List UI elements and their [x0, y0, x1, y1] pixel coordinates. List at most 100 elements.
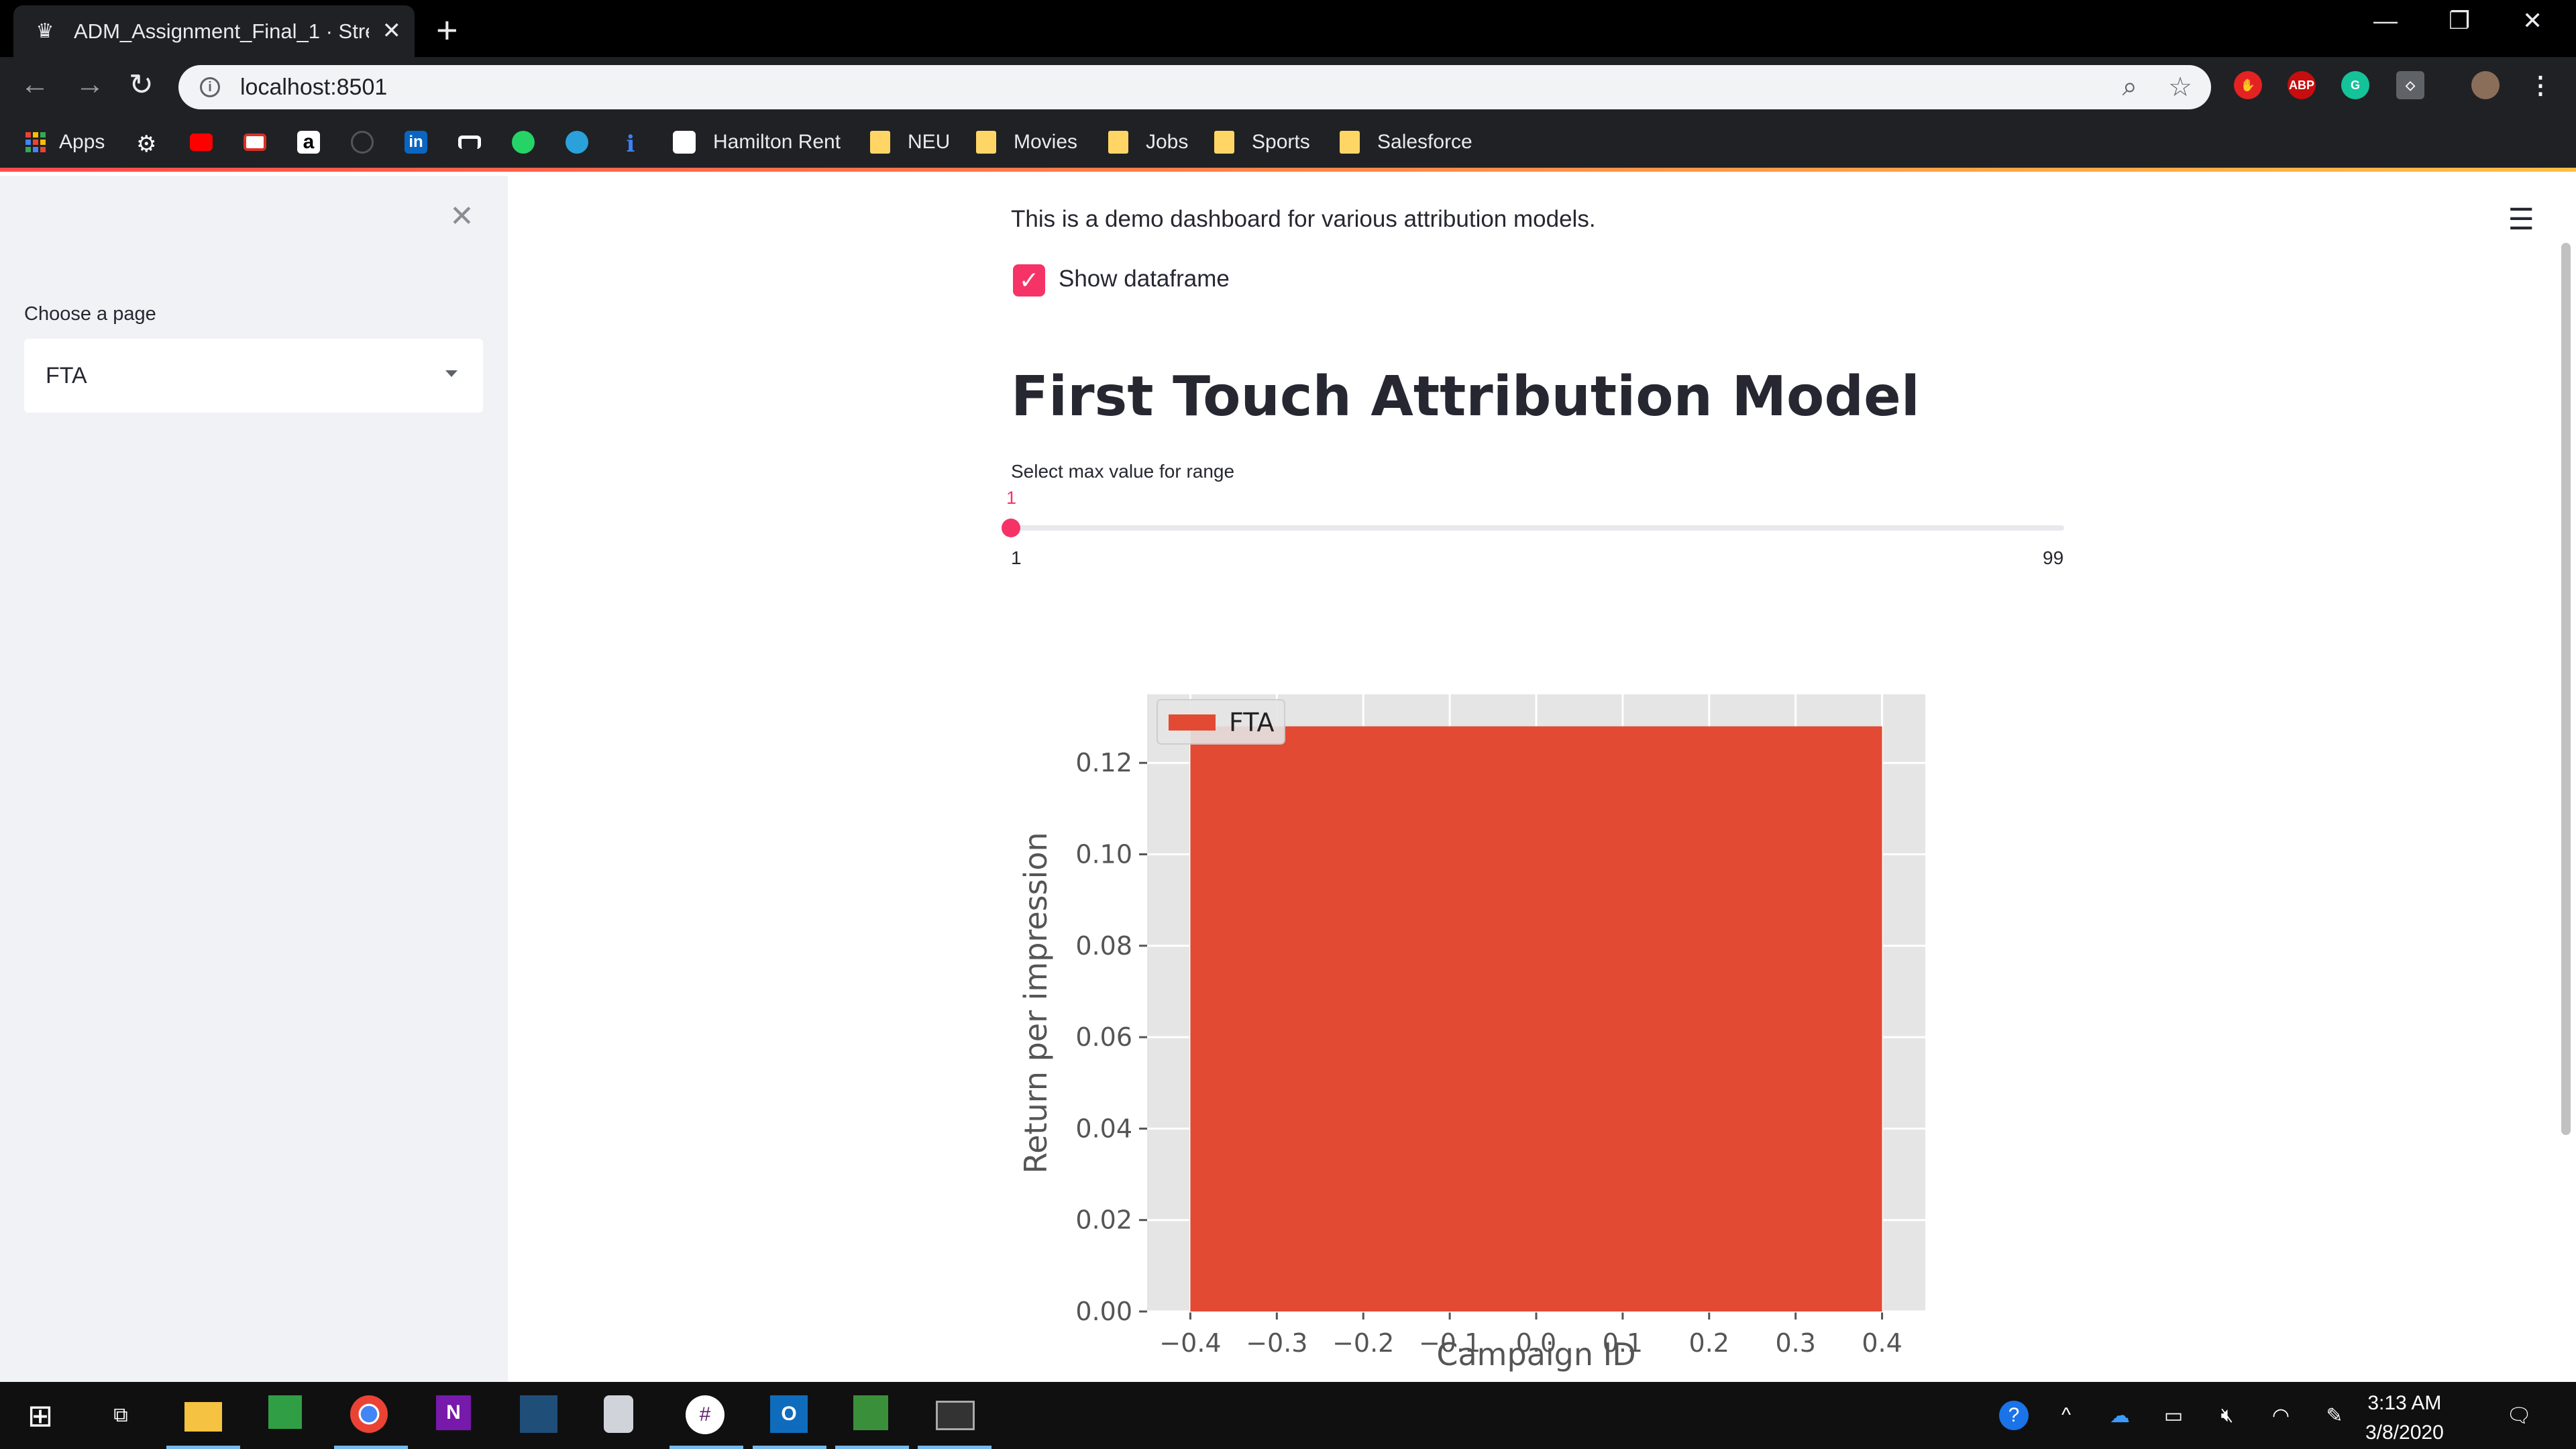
battery-icon[interactable]: ▭ [2153, 1395, 2194, 1436]
editor-active-indicator [835, 1446, 909, 1449]
onedrive-cloud-icon[interactable]: ☁ [2100, 1395, 2140, 1436]
chrome-icon[interactable] [350, 1395, 388, 1433]
slack-active-indicator [669, 1446, 743, 1449]
outlook-active-indicator [753, 1446, 826, 1449]
speaker-muted-icon[interactable]: 🔇︎ [2207, 1395, 2247, 1436]
whatsapp-icon [512, 131, 535, 154]
terminal-icon[interactable] [936, 1401, 975, 1430]
back-arrow-icon[interactable]: ← [20, 68, 50, 101]
amazon-icon: a [297, 131, 320, 154]
site-info-icon[interactable]: i [200, 77, 220, 97]
tab-close-icon[interactable]: ✕ [382, 17, 402, 44]
hamburger-menu-icon[interactable]: ☰ [2508, 203, 2534, 237]
page-select-label: Choose a page [24, 303, 156, 325]
url-text: localhost:8501 [240, 74, 388, 100]
bookmark-apps[interactable]: Apps [25, 127, 105, 157]
bookmark-info[interactable]: ℹ [619, 127, 642, 157]
address-bar[interactable]: i localhost:8501 ⌕ ☆ [178, 65, 2211, 109]
y-tick-label: 0.08 [1075, 931, 1132, 961]
bookmark-site[interactable] [458, 127, 481, 157]
x-tick-label: 0.4 [1862, 1328, 1902, 1358]
database-icon[interactable] [604, 1395, 633, 1433]
chevron-up-icon[interactable]: ^ [2046, 1395, 2086, 1436]
bookmark-neu[interactable]: NEU [870, 127, 950, 157]
bookmark-telegram[interactable] [566, 127, 588, 157]
reload-icon[interactable]: ↻ [129, 68, 154, 102]
clock-date: 3/8/2020 [2365, 1421, 2444, 1444]
page-select[interactable]: FTA [24, 339, 483, 413]
gear-icon: ⚙ [136, 131, 157, 157]
file-explorer-icon[interactable] [184, 1402, 222, 1432]
grammarly-icon[interactable]: G [2341, 71, 2369, 99]
slider-track[interactable] [1011, 525, 2064, 531]
forward-arrow-icon[interactable]: → [75, 68, 105, 101]
checkmark-icon: ✓ [1018, 266, 1040, 294]
show-dataframe-label[interactable]: Show dataframe [1059, 266, 1230, 292]
help-icon[interactable]: ? [1999, 1401, 2029, 1430]
zoom-icon[interactable]: ⌕ [2123, 72, 2137, 102]
telegram-icon [566, 131, 588, 154]
bookmark-speed[interactable] [351, 127, 374, 157]
extension-stop-icon[interactable]: ✋ [2234, 71, 2262, 99]
streamlit-crown-icon: ♛ [36, 20, 54, 42]
task-view-icon[interactable]: ⧉ [101, 1395, 141, 1436]
bookmark-gmail[interactable] [244, 127, 266, 157]
caret-down-icon [445, 370, 458, 377]
pen-icon[interactable]: ✎ [2314, 1395, 2355, 1436]
image-editor-icon[interactable] [853, 1395, 888, 1430]
bookmark-star-icon[interactable]: ☆ [2168, 72, 2192, 103]
slider-label: Select max value for range [1011, 461, 1235, 482]
bookmark-hamilton-label: Hamilton Rent [713, 131, 841, 153]
bookmarks-bar: Apps ⚙ a in ℹ Hamilton Rent NEU Movies J… [0, 115, 2576, 172]
window-close-icon[interactable]: ✕ [2522, 7, 2542, 35]
y-tick-label: 0.10 [1075, 840, 1132, 869]
restore-icon[interactable]: ❐ [2449, 7, 2470, 35]
clock-time: 3:13 AM [2367, 1392, 2442, 1414]
app-icon[interactable] [268, 1395, 302, 1429]
extension-code-icon[interactable]: ◇ [2396, 71, 2424, 99]
scrollbar[interactable] [2561, 243, 2571, 1135]
bookmark-linkedin[interactable]: in [405, 127, 427, 157]
bookmark-jobs[interactable]: Jobs [1108, 127, 1188, 157]
bar [1190, 726, 1882, 1311]
wifi-icon[interactable]: ◠ [2261, 1395, 2301, 1436]
profile-avatar[interactable] [2471, 71, 2500, 99]
slider-max-label: 99 [2043, 547, 2064, 568]
minimize-icon[interactable]: — [2373, 7, 2398, 35]
adblock-plus-icon[interactable]: ABP [2288, 71, 2316, 99]
tab-title: ADM_Assignment_Final_1 · Streamlit [74, 19, 369, 43]
x-tick-label: −0.4 [1159, 1328, 1221, 1358]
bookmark-sports[interactable]: Sports [1214, 127, 1310, 157]
slider-current-value: 1 [1006, 488, 1017, 508]
x-tick-label: −0.3 [1246, 1328, 1307, 1358]
onenote-icon[interactable]: N [436, 1395, 471, 1430]
y-axis-label: Return per impression [1018, 832, 1054, 1173]
notifications-icon[interactable]: 🗨︎ [2499, 1395, 2539, 1436]
bookmark-youtube[interactable] [190, 127, 213, 157]
x-tick-label: 0.3 [1775, 1328, 1815, 1358]
windows-start-icon[interactable]: ⊞ [20, 1395, 60, 1436]
system-clock[interactable]: 3:13 AM 3/8/2020 [2365, 1389, 2444, 1448]
explorer-active-indicator [166, 1446, 240, 1449]
mysql-workbench-icon[interactable] [520, 1395, 557, 1433]
page-title: First Touch Attribution Model [1011, 365, 1920, 429]
slider-thumb[interactable] [1002, 519, 1020, 537]
bookmark-whatsapp[interactable] [512, 127, 535, 157]
slack-icon[interactable]: # [686, 1395, 724, 1434]
bookmark-movies[interactable]: Movies [976, 127, 1077, 157]
youtube-icon [190, 133, 213, 151]
bookmark-hamilton-rent[interactable]: Hamilton Rent [673, 127, 841, 157]
browser-tab-active[interactable]: ♛ ADM_Assignment_Final_1 · Streamlit ✕ [13, 5, 415, 57]
show-dataframe-checkbox[interactable]: ✓ [1013, 264, 1045, 297]
new-tab-button[interactable]: + [436, 8, 458, 52]
y-tick-label: 0.00 [1075, 1297, 1132, 1326]
fta-bar-chart: −0.4 −0.3 −0.2 −0.1 0.0 0.1 0.2 0.3 0.40.000.020… [1018, 694, 1925, 1373]
sidebar: ✕ Choose a page FTA [0, 176, 508, 1382]
bookmark-settings[interactable]: ⚙ [136, 127, 159, 157]
bookmark-salesforce[interactable]: Salesforce [1340, 127, 1472, 157]
browser-menu-icon[interactable]: ⋮ [2526, 71, 2555, 99]
speedometer-icon [351, 131, 374, 154]
sidebar-close-icon[interactable]: ✕ [449, 199, 474, 233]
bookmark-amazon[interactable]: a [297, 127, 320, 157]
outlook-icon[interactable]: O [770, 1395, 808, 1433]
